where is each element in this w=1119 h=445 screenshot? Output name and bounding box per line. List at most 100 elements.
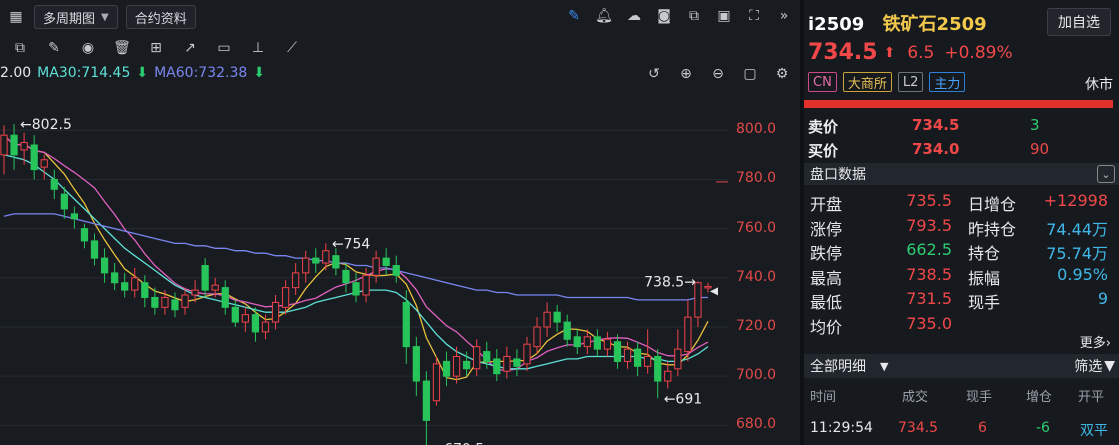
candlestick-chart[interactable]: ←802.5←754738.5→←691←670.5 [0,86,728,445]
detail-header: 全部明细 ▼ 筛选 ▼ [804,354,1119,378]
candle-body [543,311,551,328]
filter-button[interactable]: 筛选 ▼ [1074,354,1115,378]
ruler-icon[interactable]: ⟋ [282,38,302,58]
row-price: 734.5 [898,420,939,436]
y-tick-label: 780.0 [736,170,777,187]
undo-icon[interactable]: ↺ [644,64,664,84]
pin-icon[interactable]: ⊥ [248,38,268,58]
ma30-arrow-icon: ⬇ [136,65,149,81]
candle-body [402,301,410,348]
candle-body [181,294,189,308]
stat-label: 开盘 [810,195,843,214]
more-link[interactable]: 更多› [1080,332,1111,351]
contract-info-label: 合约资料 [134,11,187,27]
layers-icon[interactable]: ⧉ [10,38,30,58]
candle-body [312,257,320,264]
candle-body [221,287,229,308]
y-tick-label: 720.0 [736,317,777,334]
quote-panel: i2509 铁矿石2509 加自选 734.5 ⬆ 6.5 +0.89% CN … [804,0,1119,445]
fullscreen-icon[interactable]: ⛶ [744,6,764,26]
contract-code: i2509 [808,14,865,35]
period-dropdown[interactable]: 多周期图 ▼ [34,5,118,29]
bid-price: 734.0 [912,140,960,158]
ma30-label: MA30:714.45 [37,65,131,81]
stat-label: 振幅 [968,268,1001,288]
trash-icon[interactable]: 🗑︎ [112,38,132,58]
candle-body [292,272,300,289]
candle-body [30,144,38,171]
candle-body [322,250,330,264]
cloud-icon[interactable]: ☁ [624,6,644,26]
share-icon[interactable]: ↗ [180,38,200,58]
drawing-toolbar: ⧉ ✎ ◉ 🗑︎ ⊞ ↗ ▭ ⊥ ⟋ [0,34,302,62]
ask-row: 卖价 734.5 3 [808,116,1040,137]
add-watchlist-button[interactable]: 加自选 [1047,8,1111,36]
expand-icon[interactable]: ⌄ [1097,165,1115,183]
candle-body [191,289,199,296]
collapse-icon[interactable]: » [774,6,794,26]
candle-body [372,257,380,276]
candle-body [80,228,89,242]
settings-icon[interactable]: ⚙ [772,64,792,84]
y-tick-label: 700.0 [736,367,777,384]
chart-toolbar: ▦ 多周期图 ▼ 合约资料 ✎ 🔔︎ ☁ ◙ ⧉ ▣ ⛶ » [0,0,800,34]
col-type: 开平 [1078,390,1105,405]
stat-label: 持仓 [968,244,1001,263]
bell-icon[interactable]: 🔔︎ [594,6,614,26]
grid-icon[interactable]: ▦ [6,7,26,27]
candle-body [0,134,8,156]
copy-icon[interactable]: ⧉ [684,6,704,26]
ma-legend: 2.00 MA30:714.45 ⬇ MA60:732.38 ⬇ [0,62,271,84]
screen-icon[interactable]: ▣ [714,6,734,26]
tag-exchange: 大商所 [842,72,892,92]
toolbar-icons: ✎ 🔔︎ ☁ ◙ ⧉ ▣ ⛶ » [564,6,794,26]
camera-icon[interactable]: ◙ [654,6,674,26]
pencil-icon[interactable]: ✎ [44,38,64,58]
stat-value: 793.5 [906,215,952,235]
candle-body [111,272,119,284]
apps-icon[interactable]: ⊞ [146,38,166,58]
stat-label: 涨停 [810,219,843,239]
stat-left-4: 最低 731.5 [810,289,952,313]
candle-body [623,348,632,362]
ma-prefix: 2.00 [0,65,32,81]
ma60-label: MA60:732.38 [154,65,248,81]
stat-value: 9 [1097,289,1108,308]
pen-icon[interactable]: ✎ [564,6,584,26]
candle-body [593,336,601,350]
candle-body [422,380,431,421]
stat-label: 最高 [810,268,843,288]
price-annotation: ←754 [332,236,371,252]
table-row[interactable]: 11:29:54 734.5 6 -6 双平 [804,420,1119,442]
filter-icon: ▼ [1104,358,1115,374]
zoom-out-icon[interactable]: ⊖ [708,64,728,84]
comment-icon[interactable]: ▭ [214,38,234,58]
candle-body [613,341,622,362]
candle-body [664,370,672,382]
col-price: 成交 [902,390,929,405]
candle-body [533,326,541,348]
eye-icon[interactable]: ◉ [78,38,98,58]
reset-icon[interactable]: ▢ [740,64,760,84]
contract-info-button[interactable]: 合约资料 [125,5,196,29]
candle-body [553,311,561,323]
y-tick-label: 740.0 [736,268,777,285]
ask-price: 734.5 [912,116,960,134]
row-oi: -6 [1036,420,1050,436]
detail-title[interactable]: 全部明细 [810,356,866,376]
candle-body [20,142,28,151]
tag-list: CN 大商所 L2 主力 [808,72,966,92]
tag-cn: CN [808,72,837,92]
candle-body [563,321,571,340]
tag-l2: L2 [897,72,924,92]
candle-body [211,284,219,291]
detail-dropdown-icon[interactable]: ▼ [880,360,888,373]
candle-body [171,299,179,311]
orderbook-section-header: 盘口数据 ⌄ [804,163,1119,185]
candle-body [674,348,682,370]
zoom-in-icon[interactable]: ⊕ [676,64,696,84]
chart-pane: ▦ 多周期图 ▼ 合约资料 ✎ 🔔︎ ☁ ◙ ⧉ ▣ ⛶ » ⧉ ✎ ◉ 🗑︎ … [0,0,800,445]
candle-body [483,351,491,362]
tag-main: 主力 [929,72,966,92]
candle-body [382,257,390,267]
